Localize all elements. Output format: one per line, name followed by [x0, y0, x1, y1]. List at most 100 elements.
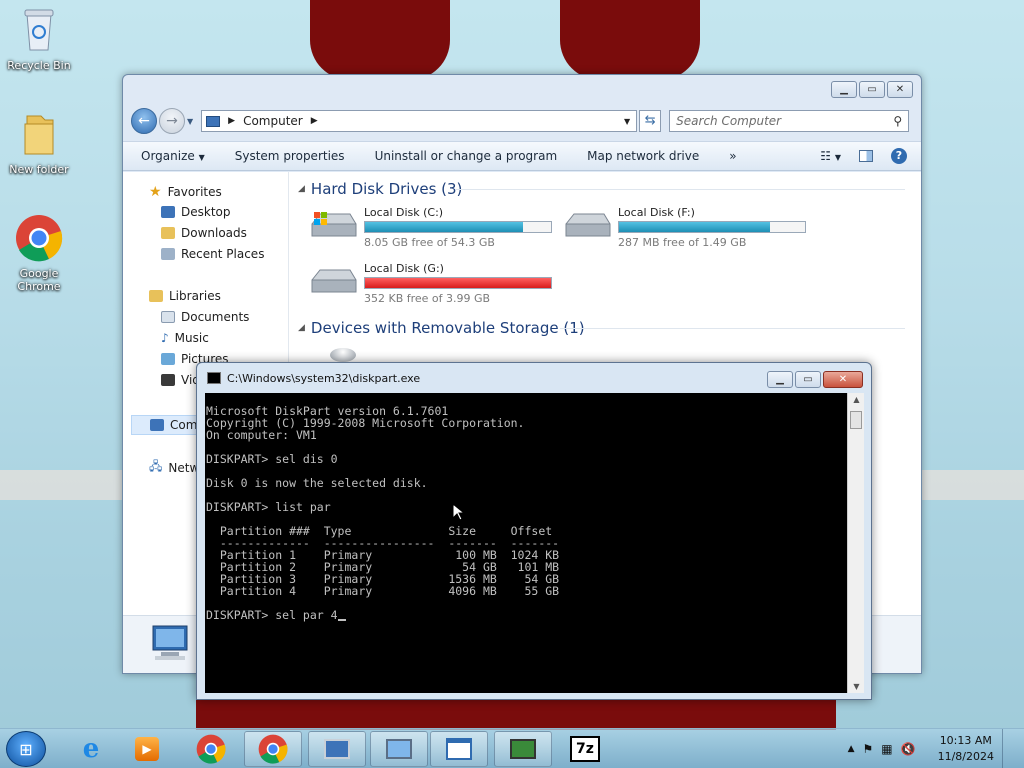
taskbar-chrome-open[interactable]	[244, 731, 302, 767]
group-divider	[560, 328, 905, 329]
refresh-button[interactable]: ⇆	[639, 110, 662, 132]
close-button[interactable]: ✕	[887, 81, 913, 98]
uninstall-program-button[interactable]: Uninstall or change a program	[375, 149, 558, 163]
drive-free-space: 8.05 GB free of 54.3 GB	[364, 236, 495, 249]
nav-favorites[interactable]: ★ Favorites	[149, 184, 222, 200]
nav-label: Music	[174, 331, 209, 345]
drive-usage-bar	[364, 221, 552, 233]
system-properties-button[interactable]: System properties	[235, 149, 345, 163]
organize-menu[interactable]: Organize ▼	[141, 149, 205, 163]
taskbar-media-player[interactable]: ▶	[118, 731, 176, 767]
windows-logo-icon: ⊞	[19, 739, 33, 759]
scroll-up-arrow[interactable]: ▲	[848, 395, 865, 404]
taskbar-explorer[interactable]	[308, 731, 366, 767]
desktop-icon-label: New folder	[9, 163, 69, 176]
help-icon[interactable]: ?	[891, 148, 907, 164]
computer-icon	[324, 739, 350, 759]
desktop-icon-recycle-bin[interactable]: Recycle Bin	[1, 6, 77, 72]
taskbar-window[interactable]	[430, 731, 488, 767]
taskbar-network[interactable]	[370, 731, 428, 767]
scroll-thumb[interactable]	[850, 411, 862, 429]
clock[interactable]: 10:13 AM 11/8/2024	[938, 733, 994, 765]
drive-f[interactable]: Local Disk (F:) 287 MB free of 1.49 GB	[562, 206, 806, 249]
collapse-icon[interactable]: ◢	[298, 323, 305, 333]
maximize-button[interactable]: ▭	[795, 371, 821, 388]
taskbar-diskpart[interactable]	[494, 731, 552, 767]
downloads-icon	[161, 227, 175, 239]
recent-pages-dropdown[interactable]: ▼	[187, 117, 193, 126]
nav-desktop[interactable]: Desktop	[161, 205, 231, 219]
minimize-button[interactable]: ▁	[767, 371, 793, 388]
mouse-pointer-icon	[452, 503, 464, 521]
group-hard-disk-drives[interactable]: ◢ Hard Disk Drives (3)	[298, 180, 462, 198]
console-app-icon	[207, 372, 221, 384]
diskpart-console-window: C:\Windows\system32\diskpart.exe ▁ ▭ ✕ M…	[196, 362, 872, 700]
nav-label: Com	[170, 418, 198, 432]
nav-documents[interactable]: Documents	[161, 310, 249, 324]
group-title: Devices with Removable Storage (1)	[310, 319, 585, 337]
minimize-button[interactable]: ▁	[831, 81, 857, 98]
address-dropdown-icon[interactable]: ▼	[624, 117, 630, 126]
volume-muted-icon[interactable]: 🔇	[901, 742, 916, 756]
drive-free-space: 287 MB free of 1.49 GB	[618, 236, 747, 249]
action-center-flag-icon[interactable]: ⚑	[863, 742, 874, 756]
desktop-icon-new-folder[interactable]: New folder	[1, 110, 77, 176]
back-button[interactable]: ←	[131, 108, 157, 134]
recent-places-icon	[161, 248, 175, 260]
libraries-icon	[149, 290, 163, 302]
organize-label: Organize	[141, 149, 195, 163]
network-tray-icon[interactable]: ▦	[881, 742, 892, 756]
drive-c[interactable]: Local Disk (C:) 8.05 GB free of 54.3 GB	[308, 206, 552, 249]
computer-icon	[206, 115, 221, 127]
map-network-drive-button[interactable]: Map network drive	[587, 149, 699, 163]
breadcrumb-computer[interactable]: Computer	[243, 114, 303, 128]
removable-drive-icon[interactable]	[330, 348, 356, 362]
group-removable-storage[interactable]: ◢ Devices with Removable Storage (1)	[298, 319, 585, 337]
documents-icon	[161, 311, 175, 323]
nav-downloads[interactable]: Downloads	[161, 226, 247, 240]
change-view-button[interactable]: ☷ ▼	[820, 149, 841, 163]
breadcrumb-chevron-icon[interactable]: ▶	[311, 116, 318, 126]
7zip-icon: 7z	[570, 736, 600, 762]
nav-recent-places[interactable]: Recent Places	[161, 247, 264, 261]
network-computer-icon	[386, 739, 412, 759]
search-input[interactable]: Search Computer ⚲	[669, 110, 910, 132]
nav-music[interactable]: ♪ Music	[161, 331, 209, 345]
collapse-icon[interactable]: ◢	[298, 184, 305, 194]
taskbar-chrome[interactable]	[182, 731, 240, 767]
recycle-bin-icon	[1, 6, 77, 57]
show-hidden-icons-button[interactable]: ▲	[848, 744, 855, 754]
console-line: DISKPART> sel par 4	[206, 609, 847, 621]
address-bar[interactable]: ▶ Computer ▶ ▼	[201, 110, 638, 132]
group-divider	[455, 189, 905, 190]
show-desktop-button[interactable]	[1002, 729, 1016, 768]
videos-icon	[161, 374, 175, 386]
nav-network[interactable]: 🖧 Netw	[149, 457, 199, 478]
chrome-icon	[1, 214, 77, 265]
chrome-icon	[258, 734, 288, 764]
desktop-icon-google-chrome[interactable]: Google Chrome	[1, 214, 77, 293]
taskbar-internet-explorer[interactable]: e	[62, 731, 120, 767]
nav-videos[interactable]: Vid	[161, 373, 200, 387]
nav-label: Favorites	[167, 185, 222, 199]
network-icon: 🖧	[149, 459, 163, 473]
drive-free-space: 352 KB free of 3.99 GB	[364, 292, 491, 305]
more-commands-button[interactable]: »	[729, 149, 736, 163]
console-output[interactable]: Microsoft DiskPart version 6.1.7601 Copyr…	[205, 393, 847, 693]
scroll-down-arrow[interactable]: ▼	[848, 682, 865, 691]
maximize-button[interactable]: ▭	[859, 81, 885, 98]
taskbar-7zip[interactable]: 7z	[556, 731, 614, 767]
start-button[interactable]: ⊞	[6, 731, 46, 767]
drive-usage-fill	[365, 222, 524, 232]
drive-g[interactable]: Local Disk (G:) 352 KB free of 3.99 GB	[308, 262, 552, 305]
forward-button[interactable]: →	[159, 108, 185, 134]
group-title: Hard Disk Drives (3)	[310, 180, 463, 198]
close-button[interactable]: ✕	[823, 371, 863, 388]
nav-label: Desktop	[181, 205, 231, 219]
wallpaper-shape	[560, 0, 700, 80]
text-cursor	[337, 611, 346, 621]
nav-libraries[interactable]: Libraries	[149, 289, 221, 303]
console-scrollbar[interactable]: ▲ ▼	[847, 393, 864, 693]
drive-usage-fill	[619, 222, 770, 232]
preview-pane-button[interactable]	[859, 150, 873, 162]
